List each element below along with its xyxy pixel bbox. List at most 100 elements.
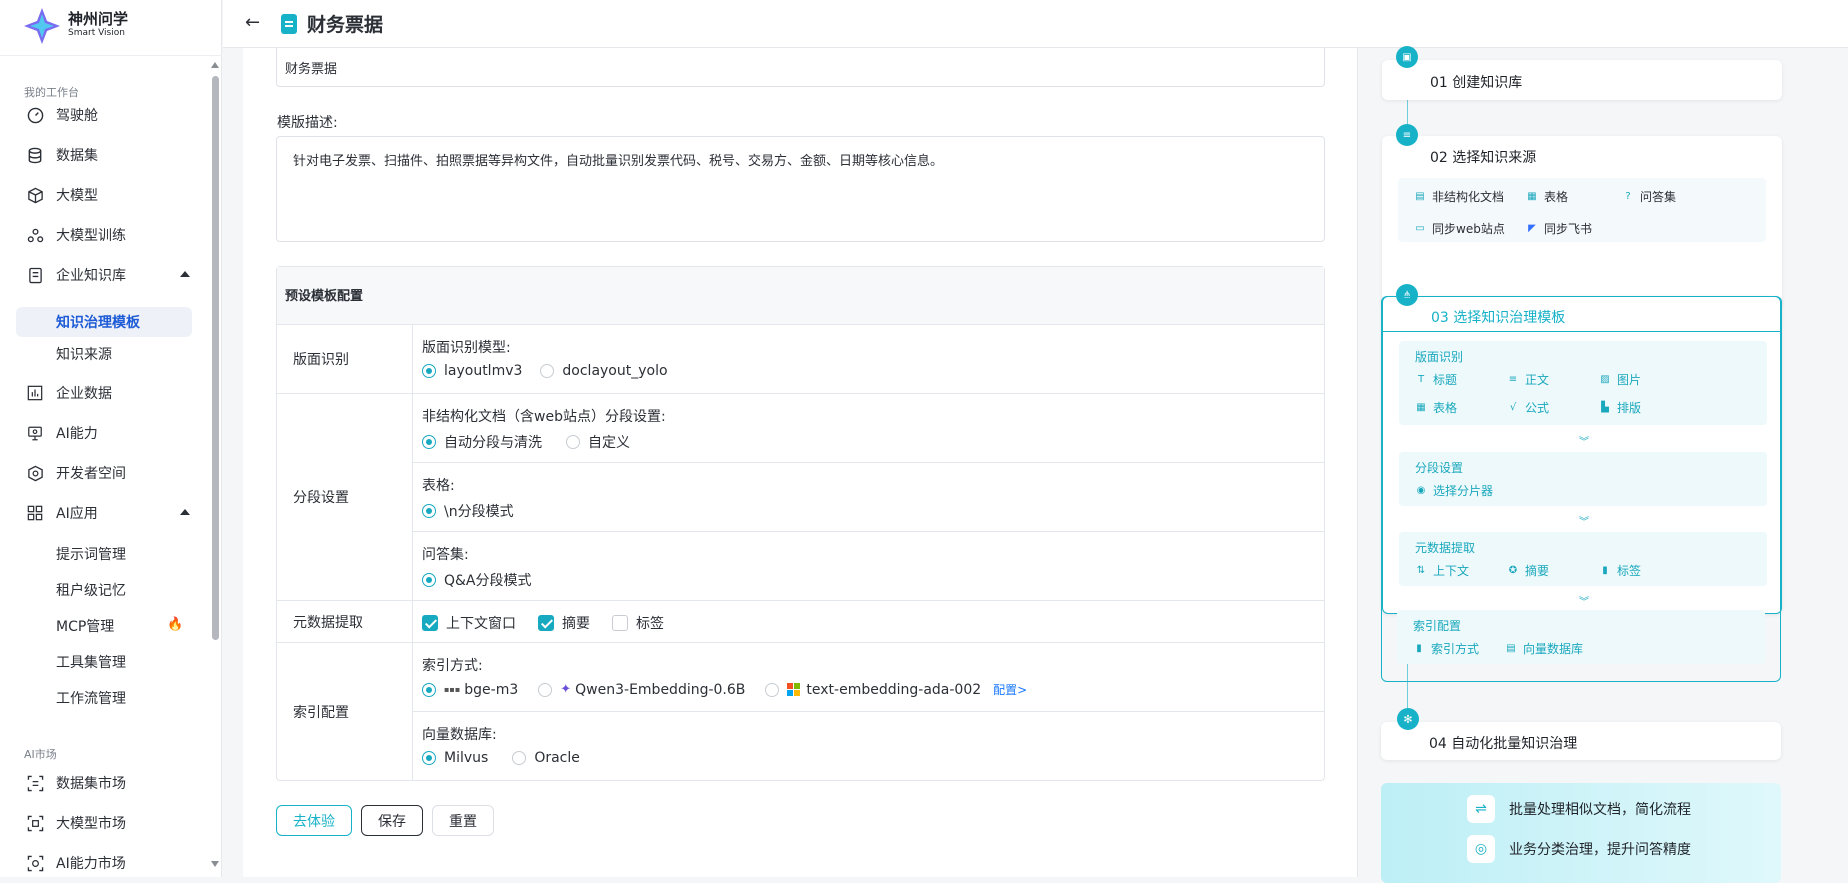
layout-image: ▨ 图片 [1599,371,1641,388]
checkbox-unchecked[interactable] [612,615,628,631]
source-label: 同步飞书 [1544,222,1593,236]
sidebar-item-sources[interactable]: 知识来源 [56,339,112,369]
checkbox-summary[interactable]: 摘要 [538,613,590,633]
step-title: 04 自动化批量知识治理 [1429,736,1578,752]
knowledge-icon [26,266,44,284]
group-segmentation: 分段设置 ◉ 选择分片器 [1399,452,1767,506]
sidebar-item-memory[interactable]: 租户级记忆 [56,575,126,605]
radio-checked[interactable] [422,364,436,378]
radio-qa-seg[interactable]: Q&A分段模式 [422,570,532,590]
scrollbar-thumb[interactable] [212,76,219,640]
fire-icon: 🔥 [167,617,184,632]
sidebar-scrollbar[interactable] [210,62,220,867]
sidebar-item-ai-ability[interactable]: AI能力 [26,418,196,448]
sidebar-item-knowledge[interactable]: 企业知识库 [26,260,196,290]
step-title: 02 选择知识来源 [1430,150,1537,166]
item-label: 索引方式 [1431,642,1480,656]
sidebar-item-workflows[interactable]: 工作流管理 [56,683,126,713]
radio-checked[interactable] [422,504,436,518]
radio-unchecked[interactable] [538,682,553,697]
template-name-input[interactable]: 财务票据 [276,48,1325,87]
logo[interactable]: 神州问学 Smart Vision [22,6,128,46]
option-label: Milvus [444,750,489,766]
checkbox-tags[interactable]: 标签 [612,613,664,633]
bookmark-icon: ▮ [1602,564,1608,576]
web-icon: ▭ [1415,222,1425,234]
chevron-up-icon[interactable] [180,509,190,515]
sidebar-item-prompts[interactable]: 提示词管理 [56,539,126,569]
try-button[interactable]: 去体验 [276,805,352,836]
sidebar-item-datasets[interactable]: 数据集 [26,140,196,170]
radio-unchecked[interactable] [512,751,527,765]
radio-unchecked[interactable] [566,435,580,449]
radio-ada-002[interactable]: text-embedding-ada-002 [765,682,981,698]
radio-layoutlmv3[interactable]: layoutlmv3 [422,363,522,379]
scroll-up-icon[interactable] [211,62,219,68]
sidebar-item-label: 大模型 [56,188,98,204]
radio-checked[interactable] [422,573,436,587]
reset-button[interactable]: 重置 [432,805,494,836]
seg-table-cell: 表格: \n分段模式 [413,463,1324,532]
sidebar-item-ability-market[interactable]: AI能力市场 [26,848,196,877]
checkbox-checked[interactable] [422,615,438,631]
sidebar-item-mcp[interactable]: MCP管理 🔥 [56,611,183,641]
chevron-up-icon[interactable] [180,271,190,277]
doc-icon: ▤ [1415,190,1425,202]
target-icon: ◎ [1467,835,1495,863]
radio-custom-seg[interactable]: 自定义 [566,432,630,452]
item-label: 选择分片器 [1433,484,1494,498]
sidebar-item-models[interactable]: 大模型 [26,180,196,210]
feishu-icon: ◤ [1528,222,1536,234]
radio-bge-m3[interactable]: ▪▪▪ bge-m3 [422,682,518,698]
sidebar-item-training[interactable]: 大模型训练 [26,220,196,250]
sidebar-item-dataset-market[interactable]: 数据集市场 [26,768,196,798]
back-arrow-icon[interactable]: ← [245,12,260,33]
radio-oracle[interactable]: Oracle [512,750,580,766]
page-title: 财务票据 [281,10,383,37]
microsoft-logo-icon [787,683,801,696]
step-card-4: 04 自动化批量知识治理 [1381,722,1781,760]
developer-icon [26,464,44,482]
divider [1383,331,1781,332]
sidebar-item-ai-apps[interactable]: AI应用 [26,498,196,528]
vdb-options: Milvus Oracle [422,750,598,766]
sidebar-item-model-market[interactable]: 大模型市场 [26,808,196,838]
benefit-label: 批量处理相似文档，简化流程 [1509,802,1691,818]
checkbox-context-window[interactable]: 上下文窗口 [422,613,516,633]
step-title: 01 创建知识库 [1430,75,1523,91]
config-link[interactable]: 配置> [993,681,1027,698]
template-desc-textarea[interactable]: 针对电子发票、扫描件、拍照票据等异构文件，自动批量识别发票代码、税号、交易方、金… [276,136,1325,242]
scroll-down-icon[interactable] [211,861,219,867]
sidebar-item-enterprise-data[interactable]: 企业数据 [26,378,196,408]
radio-checked[interactable] [422,682,436,697]
radio-checked[interactable] [422,435,436,449]
step-card-3: 03 选择知识治理模板 版面识别 T 标题 ≡ 正文 ▨ 图片 ▦ 表格 √ 公式 ▙ 排版… [1382,296,1782,614]
source-label: 非结构化文档 [1432,190,1505,204]
save-button[interactable]: 保存 [361,805,423,836]
item-label: 上下文 [1433,564,1470,578]
option-label: 自动分段与清洗 [444,435,542,451]
chevron-double-down-icon: ︾ [1579,517,1589,528]
radio-milvus[interactable]: Milvus [422,750,488,766]
sidebar-item-toolsets[interactable]: 工具集管理 [56,647,126,677]
radio-checked[interactable] [422,751,436,765]
chevron-double-down-icon: ︾ [1579,437,1589,448]
sidebar-item-templates[interactable]: 知识治理模板 [16,307,192,337]
sidebar-item-cockpit[interactable]: 驾驶舱 [26,100,196,130]
radio-qwen3[interactable]: ✦ Qwen3-Embedding-0.6B [538,682,745,698]
sidebar-item-label: 大模型市场 [56,816,126,832]
source-table: ▦ 表格 [1526,188,1568,205]
scan-ability-icon [26,854,44,872]
radio-auto-seg[interactable]: 自动分段与清洗 [422,432,542,452]
radio-unchecked[interactable] [540,364,555,378]
option-label: doclayout_yolo [562,363,668,379]
sidebar-item-developer[interactable]: 开发者空间 [26,458,196,488]
radio-doclayout-yolo[interactable]: doclayout_yolo [540,363,668,379]
row-key: 索引配置 [277,643,413,781]
radio-unchecked[interactable] [765,682,780,697]
sidebar-item-label: 开发者空间 [56,466,126,482]
sidebar-item-label: 数据集 [56,148,98,164]
item-label: 正文 [1525,373,1550,387]
radio-newline-seg[interactable]: \n分段模式 [422,501,514,521]
checkbox-checked[interactable] [538,615,554,631]
